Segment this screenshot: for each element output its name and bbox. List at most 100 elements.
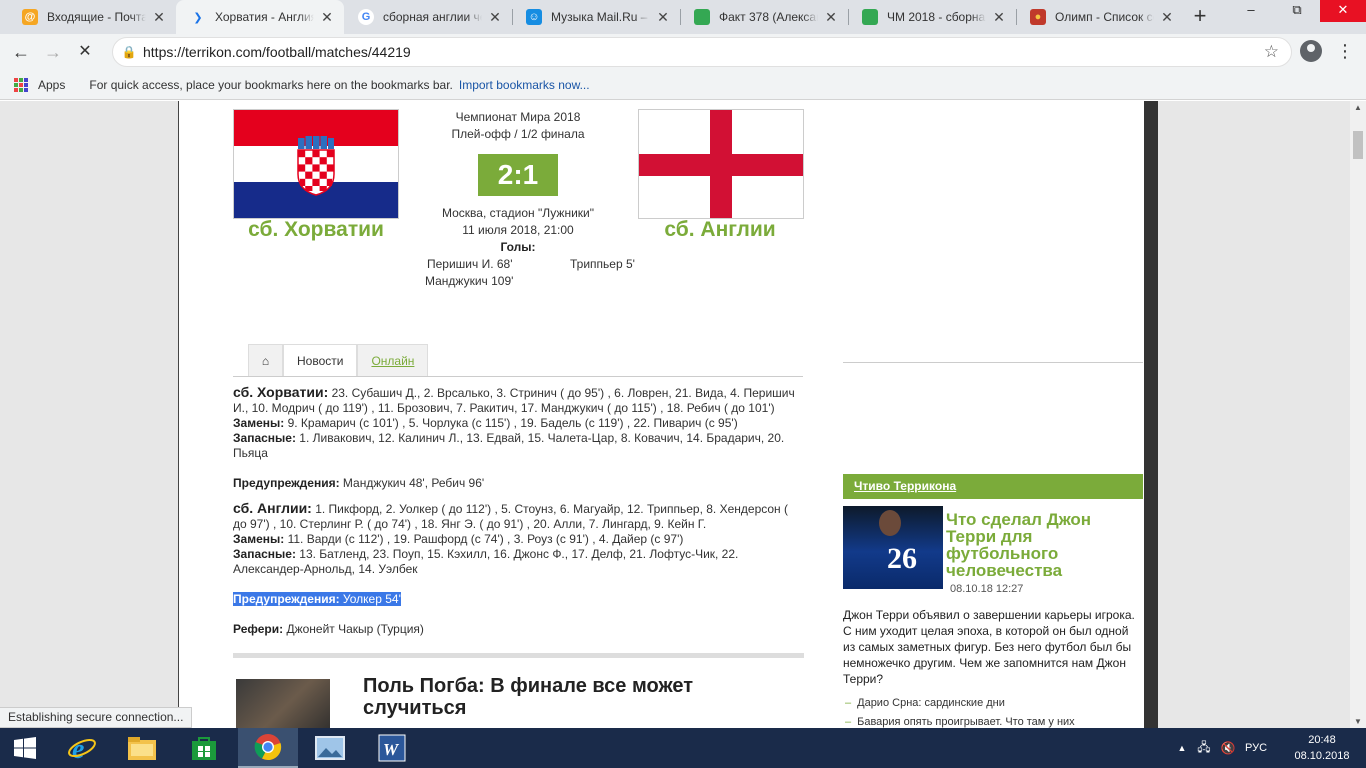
home-cards: Предупреждения: Манджукич 48', Ребич 96' xyxy=(233,476,805,491)
bookmark-star-icon[interactable]: ☆ xyxy=(1264,42,1279,62)
home-lineup-label: сб. Хорватии: xyxy=(233,384,329,400)
match-score: 2:1 xyxy=(478,154,558,196)
sheet-icon xyxy=(862,9,878,25)
away-goal: Триппьер 5' xyxy=(570,257,635,271)
taskbar-store[interactable] xyxy=(174,728,234,768)
tab-news[interactable]: Новости xyxy=(283,344,358,377)
taskbar-chrome[interactable] xyxy=(238,728,298,768)
page-scrollbar[interactable]: ▲ ▼ xyxy=(1350,101,1366,728)
address-bar[interactable]: 🔒 https://terrikon.com/football/matches/… xyxy=(112,37,1292,67)
window-close-icon[interactable]: ✕ xyxy=(1320,0,1366,22)
scroll-up-icon[interactable]: ▲ xyxy=(1354,103,1362,112)
match-datetime: 11 июля 2018, 21:00 xyxy=(462,223,574,237)
sidebar-divider xyxy=(843,362,1143,363)
restore-icon[interactable]: ⧉ xyxy=(1274,0,1320,22)
sidebar-link-text[interactable]: Дарио Срна: сардинские дни xyxy=(857,697,1005,709)
apps-link[interactable]: Apps xyxy=(38,78,65,92)
start-button[interactable] xyxy=(0,728,50,768)
referee-label: Рефери: xyxy=(233,622,284,636)
taskbar-ie[interactable]: e xyxy=(52,728,112,768)
tab-close-icon[interactable]: ✕ xyxy=(992,9,1006,26)
taskbar-word[interactable]: W xyxy=(362,728,422,768)
away-team-name[interactable]: сб. Англии xyxy=(635,218,805,242)
tab-close-icon[interactable]: ✕ xyxy=(320,9,334,26)
browser-tab[interactable]: G сборная англии чемп ✕ xyxy=(344,0,512,34)
news-headline[interactable]: Поль Погба: В финале все может случиться xyxy=(363,675,743,719)
browser-menu-icon[interactable]: ⋮ xyxy=(1336,39,1354,63)
word-icon: W xyxy=(378,734,406,762)
reserves-label: Запасные: xyxy=(233,431,296,445)
loading-icon: ❯ xyxy=(193,11,203,24)
feature-photo[interactable]: 26 xyxy=(843,506,943,589)
cards-label: Предупреждения: xyxy=(233,476,340,490)
tab-online[interactable]: Онлайн xyxy=(357,344,429,377)
browser-tab[interactable]: ЧМ 2018 - сборная ✕ xyxy=(848,0,1016,34)
home-subs: Замены: 9. Крамарич (с 101') , 5. Чорлук… xyxy=(233,416,805,431)
taskbar-photos[interactable] xyxy=(300,728,360,768)
match-venue: Москва, стадион "Лужники" xyxy=(442,206,594,220)
away-reserves: Запасные: 13. Батленд, 23. Поуп, 15. Кэх… xyxy=(233,547,805,577)
section-title-link[interactable]: Чтиво Терриконa xyxy=(854,479,956,493)
croatia-shield-icon xyxy=(297,136,335,196)
taskbar-clock[interactable]: 20:48 08.10.2018 xyxy=(1290,732,1354,764)
home-icon[interactable]: ⌂ xyxy=(248,344,283,377)
browser-tab-active[interactable]: ❯ Хорватия - Англия ✕ xyxy=(176,0,344,34)
browser-tab[interactable]: Факт 378 (Александр ✕ xyxy=(680,0,848,34)
profile-avatar-icon[interactable] xyxy=(1300,40,1322,62)
page-content: сб. Хорватии Чемпионат Мира 2018 Плей-оф… xyxy=(178,101,1158,728)
away-cards-players: Уолкер 54' xyxy=(339,592,401,606)
away-subs: Замены: 11. Варди (с 112') , 19. Рашфорд… xyxy=(233,532,805,547)
browser-tab[interactable]: ● Олимп - Список се ✕ xyxy=(1016,0,1184,34)
home-team-name[interactable]: сб. Хорватии xyxy=(231,218,401,242)
clock-time: 20:48 xyxy=(1308,734,1336,746)
chevron-up-icon[interactable]: ▲ xyxy=(1172,743,1192,753)
tab-close-icon[interactable]: ✕ xyxy=(656,9,670,26)
tab-close-icon[interactable]: ✕ xyxy=(152,9,166,26)
lock-icon[interactable]: 🔒 xyxy=(115,45,143,59)
scroll-thumb[interactable] xyxy=(1353,131,1363,159)
back-arrow-icon[interactable]: ← xyxy=(8,39,34,65)
tab-close-icon[interactable]: ✕ xyxy=(488,9,502,26)
browser-tab[interactable]: @ Входящие - Почта ✕ xyxy=(8,0,176,34)
new-tab-button[interactable]: + xyxy=(1188,5,1212,29)
news-thumbnail[interactable] xyxy=(236,679,330,728)
sidebar-link-text[interactable]: Бавария опять проигрывает. Что там у них xyxy=(857,716,1075,728)
url-text[interactable]: https://terrikon.com/football/matches/44… xyxy=(143,44,411,60)
network-icon[interactable]: 🖧 xyxy=(1192,738,1216,759)
volume-icon[interactable]: 🔇 xyxy=(1216,741,1240,755)
stop-loading-icon[interactable]: ✕ xyxy=(72,39,98,65)
away-subs-players: 11. Варди (с 112') , 19. Рашфорд (с 74')… xyxy=(284,532,684,546)
minimize-icon[interactable]: – xyxy=(1228,0,1274,22)
goals-label: Голы: xyxy=(500,240,536,254)
tab-close-icon[interactable]: ✕ xyxy=(824,9,838,26)
reserves-label: Запасные: xyxy=(233,547,296,561)
croatia-flag xyxy=(233,109,399,219)
referee-name: Джонейт Чакыр (Турция) xyxy=(283,622,424,636)
page-viewport: сб. Хорватии Чемпионат Мира 2018 Плей-оф… xyxy=(0,101,1366,728)
system-tray: ▲ 🖧 🔇 РУС xyxy=(1172,728,1272,768)
tab-close-icon[interactable]: ✕ xyxy=(1160,9,1174,26)
referee: Рефери: Джонейт Чакыр (Турция) xyxy=(233,622,805,637)
tab-title: сборная англии чемп xyxy=(383,10,482,24)
away-starting-players: 1. Пикфорд, 2. Уолкер ( до 112') , 5. Ст… xyxy=(233,502,789,531)
bookmarks-hint: For quick access, place your bookmarks h… xyxy=(89,77,453,92)
away-reserves-players: 13. Батленд, 23. Поуп, 15. Кэхилл, 16. Д… xyxy=(233,547,739,576)
forward-arrow-icon[interactable]: → xyxy=(40,39,66,65)
sidebar-link[interactable]: – Дарио Срна: сардинские дни xyxy=(845,697,1005,709)
tab-strip: @ Входящие - Почта ✕ ❯ Хорватия - Англия… xyxy=(0,0,1366,34)
bookmarks-bar: Apps For quick access, place your bookma… xyxy=(0,70,1366,100)
language-indicator[interactable]: РУС xyxy=(1240,742,1272,754)
browser-tab[interactable]: ☺ Музыка Mail.Ru – с ✕ xyxy=(512,0,680,34)
competition-name[interactable]: Чемпионат Мира 2018 xyxy=(419,110,617,124)
scroll-down-icon[interactable]: ▼ xyxy=(1354,717,1362,726)
feature-title[interactable]: Что сделал Джон Терри для футбольного че… xyxy=(946,511,1141,579)
folder-icon xyxy=(128,737,156,760)
windows-taskbar: e W ▲ 🖧 🔇 РУС 20:48 08.10.2018 xyxy=(0,728,1366,768)
apps-grid-icon[interactable] xyxy=(14,77,28,92)
mail-icon: @ xyxy=(22,9,38,25)
taskbar-explorer[interactable] xyxy=(112,728,172,768)
import-bookmarks-link[interactable]: Import bookmarks now... xyxy=(459,78,590,92)
sidebar-link[interactable]: – Бавария опять проигрывает. Что там у ни… xyxy=(845,716,1075,728)
feature-text: Джон Терри объявил о завершении карьеры … xyxy=(843,608,1135,686)
feature-date: 08.10.18 12:27 xyxy=(950,583,1024,595)
